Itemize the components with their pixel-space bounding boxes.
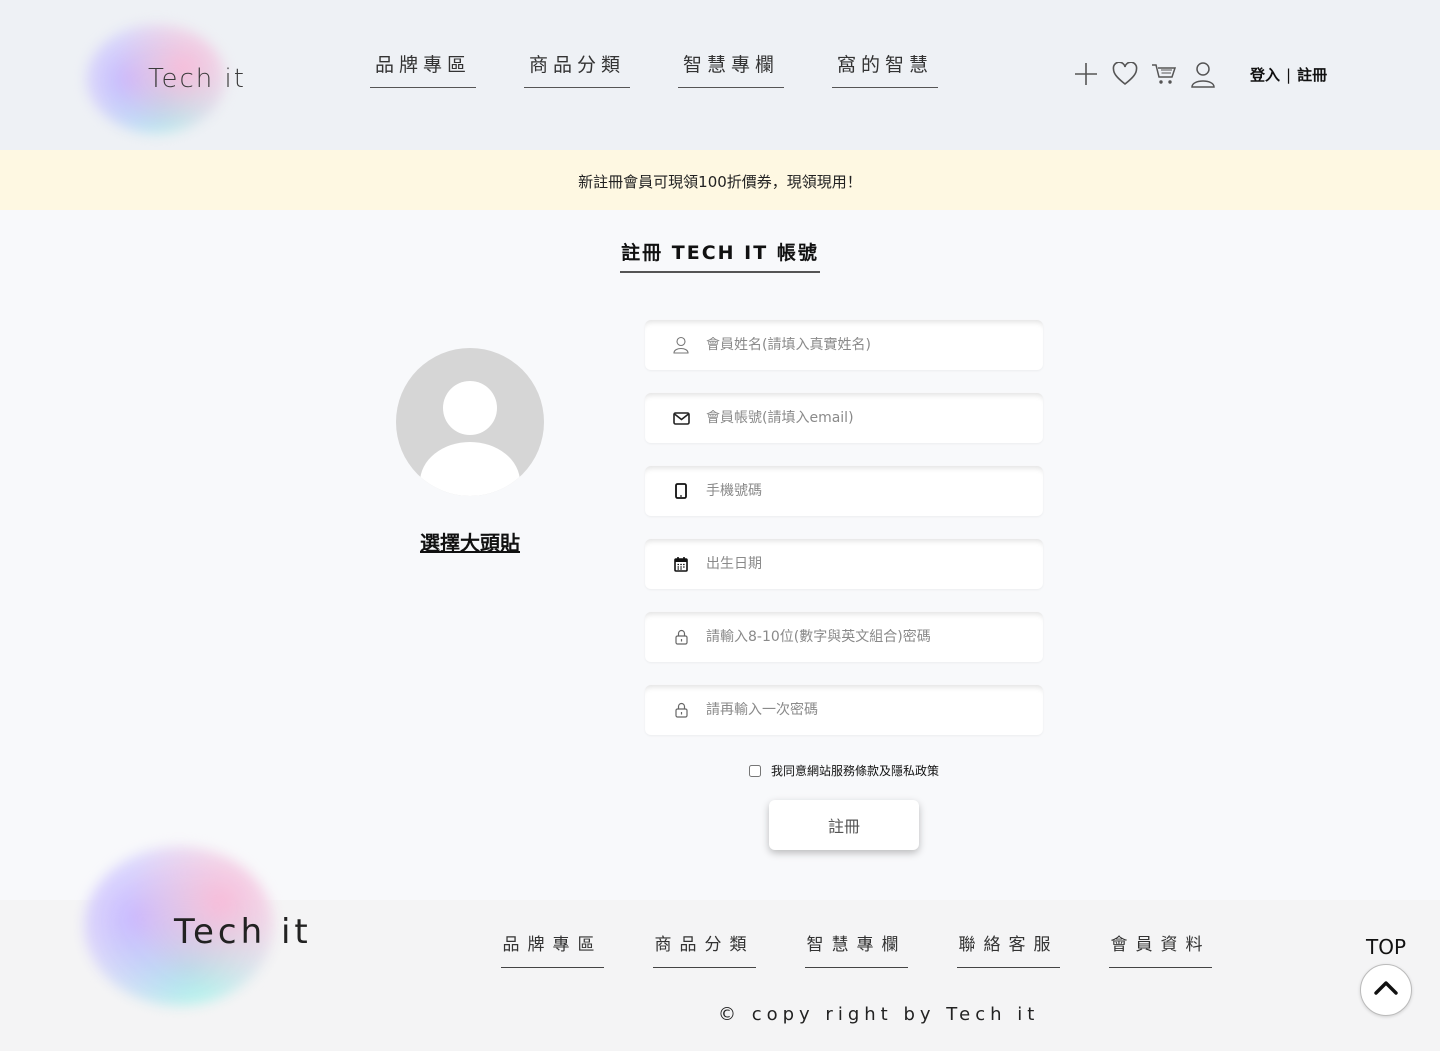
register-button[interactable]: 註冊 xyxy=(769,800,919,850)
login-link[interactable]: 登入 xyxy=(1250,66,1280,84)
agree-label: 我同意網站服務條款及隱私政策 xyxy=(771,764,940,778)
logo[interactable]: Tech it xyxy=(80,14,270,144)
nav-item-category[interactable]: 商品分類 xyxy=(524,50,630,88)
name-field xyxy=(645,320,1043,370)
birthday-input[interactable] xyxy=(706,556,1016,572)
copyright: © copy right by Tech it xyxy=(718,1004,1040,1025)
avatar xyxy=(396,348,544,496)
site-header: Tech it 品牌專區 商品分類 智慧專欄 窩的智慧 登入 | 註冊 xyxy=(0,0,1440,150)
envelope-icon xyxy=(672,409,690,427)
logo-text: Tech it xyxy=(148,64,246,94)
nav-item-wisdom[interactable]: 窩的智慧 xyxy=(832,50,938,88)
lock-icon xyxy=(672,701,690,719)
birthday-field xyxy=(645,539,1043,589)
promo-banner: 新註冊會員可現領100折價券，現領現用！ xyxy=(0,150,1440,210)
email-input[interactable] xyxy=(706,410,1016,426)
password-input[interactable] xyxy=(706,629,1016,645)
footer-nav-brand[interactable]: 品牌專區 xyxy=(501,930,604,968)
phone-icon xyxy=(672,482,690,500)
register-link[interactable]: 註冊 xyxy=(1297,66,1327,84)
footer-nav-column[interactable]: 智慧專欄 xyxy=(805,930,908,968)
nav-item-brand[interactable]: 品牌專區 xyxy=(370,50,476,88)
back-to-top-button[interactable] xyxy=(1360,964,1412,1016)
heart-icon[interactable] xyxy=(1111,60,1139,88)
agree-checkbox[interactable] xyxy=(749,764,761,777)
page-title: 註冊 TECH IT 帳號 xyxy=(620,238,820,273)
password-field xyxy=(645,612,1043,662)
user-icon xyxy=(672,336,690,354)
user-icon[interactable] xyxy=(1189,60,1217,88)
cart-icon[interactable] xyxy=(1150,60,1178,88)
plus-icon[interactable] xyxy=(1072,60,1100,88)
auth-links: 登入 | 註冊 xyxy=(1250,64,1327,85)
footer-logo-text: Tech it xyxy=(174,912,312,952)
top-label: TOP xyxy=(1366,935,1407,959)
main-nav: 品牌專區 商品分類 智慧專欄 窩的智慧 xyxy=(370,50,986,88)
auth-separator: | xyxy=(1286,66,1292,84)
phone-input[interactable] xyxy=(706,483,1016,499)
lock-icon xyxy=(672,628,690,646)
confirm-password-field xyxy=(645,685,1043,735)
name-input[interactable] xyxy=(706,337,1016,353)
confirm-password-input[interactable] xyxy=(706,702,1016,718)
nav-item-column[interactable]: 智慧專欄 xyxy=(678,50,784,88)
choose-avatar-link[interactable]: 選擇大頭貼 xyxy=(396,527,544,556)
footer-nav-member[interactable]: 會員資料 xyxy=(1109,930,1212,968)
avatar-head xyxy=(443,381,497,435)
footer-nav-contact[interactable]: 聯絡客服 xyxy=(957,930,1060,968)
footer-logo[interactable]: Tech it xyxy=(84,840,324,1020)
header-icons xyxy=(1072,60,1228,88)
footer-nav-category[interactable]: 商品分類 xyxy=(653,930,756,968)
calendar-icon xyxy=(672,555,690,573)
chevron-up-icon xyxy=(1373,980,1399,1000)
avatar-body xyxy=(420,442,520,496)
footer-nav: 品牌專區 商品分類 智慧專欄 聯絡客服 會員資料 xyxy=(501,930,1261,968)
agree-terms: 我同意網站服務條款及隱私政策 xyxy=(749,762,939,779)
phone-field xyxy=(645,466,1043,516)
email-field xyxy=(645,393,1043,443)
